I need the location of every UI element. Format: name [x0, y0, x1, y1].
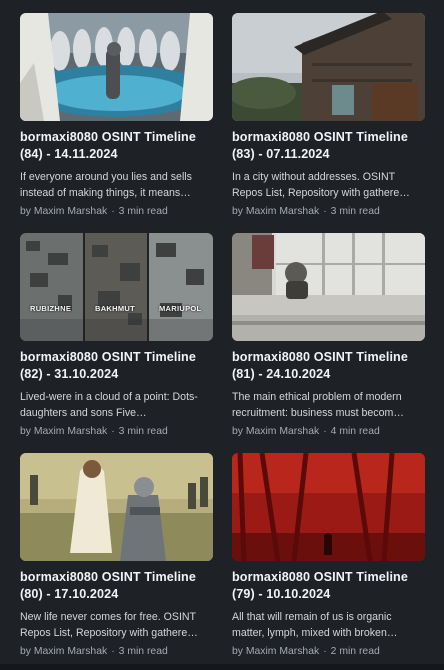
article-title[interactable]: bormaxi8080 OSINT Timeline (84) - 14.11.…: [20, 129, 213, 163]
read-time: 3 min read: [118, 646, 168, 657]
separator-dot: ·: [323, 426, 327, 437]
balcony-gasmask-icon[interactable]: [232, 233, 425, 341]
ruined-cities-icon[interactable]: RUBIZHNE BAKHMUT MARIUPOL: [20, 233, 213, 341]
read-time: 3 min read: [118, 426, 168, 437]
read-time: 4 min read: [330, 426, 380, 437]
author-name[interactable]: by Maxim Marshak: [20, 426, 107, 437]
article-excerpt: The main ethical problem of modern recru…: [232, 391, 404, 419]
author-name[interactable]: by Maxim Marshak: [20, 646, 107, 657]
separator-dot: ·: [111, 646, 115, 657]
article-meta: by Maxim Marshak · 3 min read: [20, 645, 213, 659]
article-card[interactable]: RUBIZHNE BAKHMUT MARIUPOL bormaxi8080 OS…: [20, 233, 213, 439]
article-card[interactable]: bormaxi8080 OSINT Timeline (80) - 17.10.…: [20, 453, 213, 659]
article-title[interactable]: bormaxi8080 OSINT Timeline (80) - 17.10.…: [20, 569, 213, 603]
read-time: 3 min read: [118, 206, 168, 217]
article-excerpt: Lived-were in a cloud of a point: Dots-d…: [20, 391, 198, 419]
article-title[interactable]: bormaxi8080 OSINT Timeline (82) - 31.10.…: [20, 349, 213, 383]
article-meta: by Maxim Marshak · 4 min read: [232, 425, 425, 439]
jesus-robot-river-icon[interactable]: [20, 453, 213, 561]
city-label: BAKHMUT: [95, 304, 136, 313]
article-excerpt: If everyone around you lies and sells in…: [20, 171, 192, 199]
baptism-pool-icon[interactable]: [20, 13, 213, 121]
article-excerpt: New life never comes for free. OSINT Rep…: [20, 611, 198, 639]
article-grid: bormaxi8080 OSINT Timeline (84) - 14.11.…: [0, 0, 444, 670]
article-card[interactable]: bormaxi8080 OSINT Timeline (83) - 07.11.…: [232, 13, 425, 219]
author-name[interactable]: by Maxim Marshak: [232, 426, 319, 437]
article-excerpt: In a city without addresses. OSINT Repos…: [232, 171, 410, 199]
article-title[interactable]: bormaxi8080 OSINT Timeline (83) - 07.11.…: [232, 129, 425, 163]
wooden-house-icon[interactable]: [232, 13, 425, 121]
article-card[interactable]: bormaxi8080 OSINT Timeline (79) - 10.10.…: [232, 453, 425, 659]
article-meta: by Maxim Marshak · 3 min read: [20, 425, 213, 439]
separator-dot: ·: [111, 206, 115, 217]
article-card[interactable]: bormaxi8080 OSINT Timeline (84) - 14.11.…: [20, 13, 213, 219]
article-meta: by Maxim Marshak · 2 min read: [232, 645, 425, 659]
read-time: 2 min read: [330, 646, 380, 657]
article-title[interactable]: bormaxi8080 OSINT Timeline (79) - 10.10.…: [232, 569, 425, 603]
city-label: RUBIZHNE: [30, 304, 72, 313]
article-card[interactable]: bormaxi8080 OSINT Timeline (81) - 24.10.…: [232, 233, 425, 439]
article-excerpt: All that will remain of us is organic ma…: [232, 611, 398, 639]
read-time: 3 min read: [330, 206, 380, 217]
red-forest-icon[interactable]: [232, 453, 425, 561]
author-name[interactable]: by Maxim Marshak: [232, 646, 319, 657]
article-title[interactable]: bormaxi8080 OSINT Timeline (81) - 24.10.…: [232, 349, 425, 383]
city-label: MARIUPOL: [159, 304, 202, 313]
separator-dot: ·: [323, 206, 327, 217]
author-name[interactable]: by Maxim Marshak: [232, 206, 319, 217]
article-meta: by Maxim Marshak · 3 min read: [20, 205, 213, 219]
bottom-divider: [0, 664, 444, 670]
separator-dot: ·: [323, 646, 327, 657]
author-name[interactable]: by Maxim Marshak: [20, 206, 107, 217]
separator-dot: ·: [111, 426, 115, 437]
article-meta: by Maxim Marshak · 3 min read: [232, 205, 425, 219]
